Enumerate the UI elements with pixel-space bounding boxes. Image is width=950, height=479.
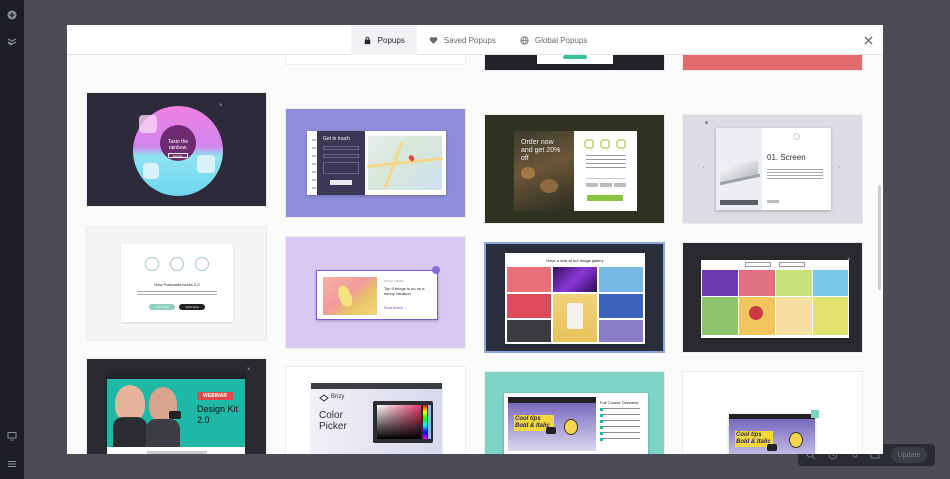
bag-icon	[364, 36, 370, 44]
popup-title: Design Kit 2.0	[197, 404, 239, 425]
popup-button: Get it now	[149, 304, 175, 310]
template-card-picker[interactable]: Brizy Color Picker	[285, 366, 466, 454]
popup-headline: 01. Screen	[767, 153, 806, 162]
tab-label: Popups	[377, 35, 405, 45]
popup-kicker: ALSO READ	[384, 279, 404, 283]
globe-icon	[520, 35, 529, 45]
template-card-course[interactable]: Cool tips Bold & Italic Full Course Over…	[484, 371, 665, 454]
close-icon: ×	[847, 257, 851, 263]
tab-popups[interactable]: Popups	[350, 25, 417, 55]
template-card-webinar[interactable]: WEBINAR Design Kit 2.0 ×	[86, 358, 267, 454]
devices-icon[interactable]	[5, 429, 19, 443]
food-icons	[584, 139, 626, 149]
template-card-video[interactable]: Cool tips Bold & Italic	[682, 371, 863, 454]
editor-left-toolbar	[0, 0, 24, 479]
template-card-subscribe[interactable]: How Postcards works 2.0 Get it now Click…	[86, 226, 267, 341]
popup-button: Explore	[168, 153, 188, 158]
template-card-article[interactable]: ALSO READ Top 5 things to do on a sunny …	[285, 236, 466, 349]
popup-button: Click here	[179, 304, 205, 310]
brizy-logo-icon	[319, 394, 329, 402]
close-icon	[811, 410, 819, 418]
popups-modal: Popups Saved Popups Global Popups Taste …	[67, 25, 883, 454]
close-icon: ×	[219, 103, 223, 109]
template-card-contact[interactable]: Get in touch	[285, 108, 466, 218]
tab-label: Global Popups	[534, 35, 588, 45]
play-icon	[546, 427, 556, 434]
popup-badge: WEBINAR	[197, 392, 233, 400]
template-card-rainbow[interactable]: Taste the rainbow. Explore ×	[86, 92, 267, 207]
template-card-food[interactable]: Order now and get 20% off	[484, 114, 665, 224]
popup-title: Top 5 things to do on a sunny vacation	[384, 286, 425, 296]
popup-heading: How Postcards works 2.0	[154, 282, 200, 287]
tab-global-popups[interactable]: Global Popups	[508, 25, 599, 55]
menu-icon[interactable]	[5, 457, 19, 471]
tab-label: Saved Popups	[443, 35, 496, 45]
layers-icon[interactable]	[5, 35, 19, 49]
chevron-right-icon: ›	[838, 165, 840, 171]
scrollbar[interactable]	[878, 185, 881, 290]
close-icon	[432, 266, 440, 274]
heart-icon	[429, 36, 438, 44]
tab-bar: Popups Saved Popups Global Popups	[350, 25, 600, 55]
close-button[interactable]	[861, 33, 875, 47]
modal-header: Popups Saved Popups Global Popups	[67, 25, 883, 55]
popup-link: Read Article →	[384, 306, 408, 310]
template-card-screen[interactable]: ‹ › 01. Screen	[682, 114, 863, 224]
popup-title: Full Course Overview	[600, 400, 639, 405]
tab-saved-popups[interactable]: Saved Popups	[417, 25, 508, 55]
brand-label: Brizy	[331, 394, 345, 400]
template-card-gallery-dark[interactable]: ×	[682, 242, 863, 353]
play-icon	[767, 444, 777, 451]
popup-title: Have a look at our image gallery	[546, 258, 604, 263]
template-card-gallery[interactable]: Have a look at our image gallery	[484, 242, 665, 353]
popup-title: Color Picker	[319, 410, 347, 432]
close-icon: ×	[247, 367, 251, 373]
popup-title: Get in touch	[323, 136, 350, 142]
popup-template-grid: Taste the rainbow. Explore × Get in touc…	[67, 47, 883, 454]
update-button[interactable]: Update	[891, 447, 927, 463]
close-icon	[863, 35, 873, 45]
chevron-left-icon: ‹	[703, 165, 705, 171]
popup-title: Taste the rainbow.	[167, 139, 189, 151]
popup-headline: Order now and get 20% off	[521, 139, 561, 162]
plus-icon[interactable]	[5, 8, 19, 22]
